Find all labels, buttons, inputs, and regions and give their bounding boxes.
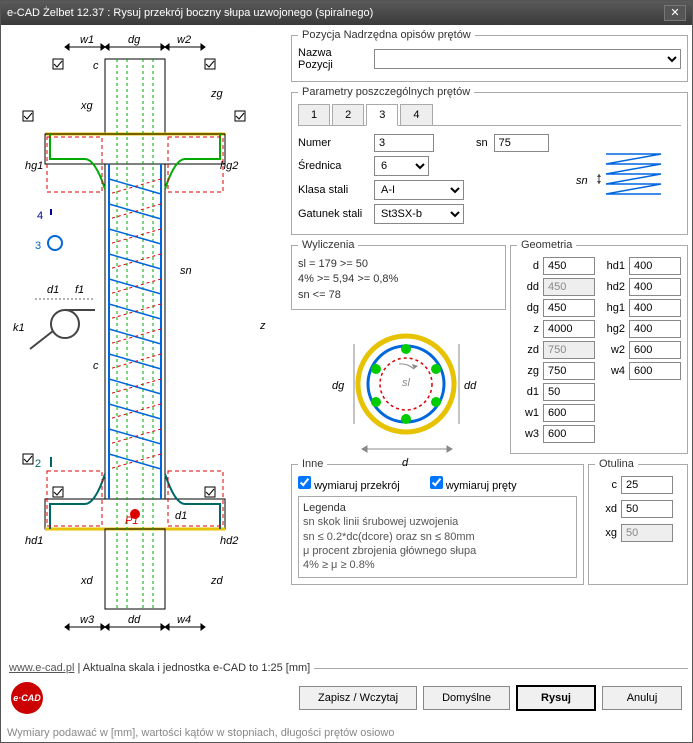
svg-text:d1: d1 [47, 284, 59, 296]
geom-d1[interactable] [543, 383, 595, 401]
cb-przekroj[interactable]: wymiaruj przekrój [298, 476, 400, 492]
svg-text:dg: dg [332, 380, 345, 392]
position-group: Pozycja Nadrzędna opisów prętów Nazwa Po… [291, 29, 688, 82]
svg-text:zg: zg [210, 88, 224, 100]
svg-text:P1: P1 [125, 515, 138, 527]
otulina-c[interactable] [621, 476, 673, 494]
svg-text:c: c [93, 360, 99, 372]
titlebar: e-CAD Żelbet 12.37 : Rysuj przekrój bocz… [1, 1, 692, 25]
geom-hg1[interactable] [629, 299, 681, 317]
geom-zg[interactable] [543, 362, 595, 380]
geom-dg[interactable] [543, 299, 595, 317]
geom-hd2[interactable] [629, 278, 681, 296]
ecad-logo-icon: e·CAD [11, 682, 43, 714]
geom-w1[interactable] [543, 404, 595, 422]
svg-text:xd: xd [80, 575, 94, 587]
draw-button[interactable]: Rysuj [516, 685, 596, 711]
sn-input[interactable] [494, 134, 549, 152]
klasa-select[interactable]: A-I [374, 180, 464, 200]
svg-text:xg: xg [80, 100, 94, 112]
tab-4[interactable]: 4 [400, 104, 432, 125]
svg-text:d1: d1 [175, 510, 187, 522]
save-button[interactable]: Zapisz / Wczytaj [299, 686, 417, 710]
geom-z[interactable] [543, 320, 595, 338]
geometry-group: Geometria d dd dg z zd zg d1 w1 w3 [510, 239, 688, 454]
svg-text:3: 3 [35, 240, 41, 252]
param-tabs: 1 2 3 4 [298, 104, 681, 126]
svg-text:z: z [259, 320, 266, 332]
gatunek-select[interactable]: St3SX-b [374, 204, 464, 224]
svg-text:4: 4 [37, 210, 43, 222]
svg-text:w1: w1 [80, 34, 94, 46]
tab-1[interactable]: 1 [298, 104, 330, 125]
window-title: e-CAD Żelbet 12.37 : Rysuj przekrój bocz… [7, 7, 664, 19]
svg-text:dg: dg [128, 34, 141, 46]
geom-hg2[interactable] [629, 320, 681, 338]
geom-d[interactable] [543, 257, 595, 275]
svg-text:dd: dd [464, 380, 477, 392]
svg-text:k1: k1 [13, 322, 25, 334]
svg-text:d: d [402, 457, 409, 469]
svg-text:2: 2 [35, 458, 41, 470]
params-group: Parametry poszczególnych prętów 1 2 3 4 … [291, 86, 688, 235]
geom-dd [543, 278, 595, 296]
svg-text:zd: zd [210, 575, 224, 587]
geom-w4[interactable] [629, 362, 681, 380]
footer-link[interactable]: www.e-cad.pl [9, 662, 74, 674]
position-label: Nazwa Pozycji [298, 47, 368, 71]
svg-text:sn: sn [576, 175, 588, 187]
cb-prety[interactable]: wymiaruj pręty [430, 476, 517, 492]
svg-text:sn: sn [180, 265, 192, 277]
position-select[interactable] [374, 49, 681, 69]
legend-box: Legenda sn skok linii śrubowej uzwojenia… [298, 496, 577, 577]
geom-w2[interactable] [629, 341, 681, 359]
column-drawing: w1 dg w2 c xg zg hg1 hg2 4 3 sn d1 f1 k1 [5, 29, 287, 654]
tab-2[interactable]: 2 [332, 104, 364, 125]
svg-text:w2: w2 [177, 34, 191, 46]
spiral-preview: sn [561, 134, 681, 214]
svg-text:hg1: hg1 [25, 160, 43, 172]
otulina-xg [621, 524, 673, 542]
inne-group: Inne wymiaruj przekrój wymiaruj pręty Le… [291, 458, 584, 584]
cross-section-diagram: sl dg dd d [324, 314, 474, 454]
svg-text:hg2: hg2 [220, 160, 238, 172]
close-button[interactable]: ✕ [664, 5, 686, 21]
default-button[interactable]: Domyślne [423, 686, 510, 710]
svg-text:hd1: hd1 [25, 535, 43, 547]
otulina-xd[interactable] [621, 500, 673, 518]
status-bar: Wymiary podawać w [mm], wartości kątów w… [1, 724, 692, 742]
srednica-select[interactable]: 6 [374, 156, 429, 176]
svg-text:dd: dd [128, 614, 141, 626]
svg-text:c: c [93, 60, 99, 72]
svg-text:w4: w4 [177, 614, 191, 626]
geom-w3[interactable] [543, 425, 595, 443]
tab-3[interactable]: 3 [366, 104, 398, 126]
otulina-group: Otulina c xd xg [588, 458, 688, 584]
numer-input[interactable] [374, 134, 434, 152]
footer-scale: Aktualna skala i jednostka e-CAD to 1:25… [83, 662, 310, 674]
svg-text:w3: w3 [80, 614, 95, 626]
geom-zd [543, 341, 595, 359]
svg-text:f1: f1 [75, 284, 84, 296]
cancel-button[interactable]: Anuluj [602, 686, 682, 710]
geom-hd1[interactable] [629, 257, 681, 275]
svg-text:sl: sl [402, 377, 411, 389]
calc-group: Wyliczenia sl = 179 >= 50 4% >= 5,94 >= … [291, 239, 506, 310]
svg-text:hd2: hd2 [220, 535, 238, 547]
